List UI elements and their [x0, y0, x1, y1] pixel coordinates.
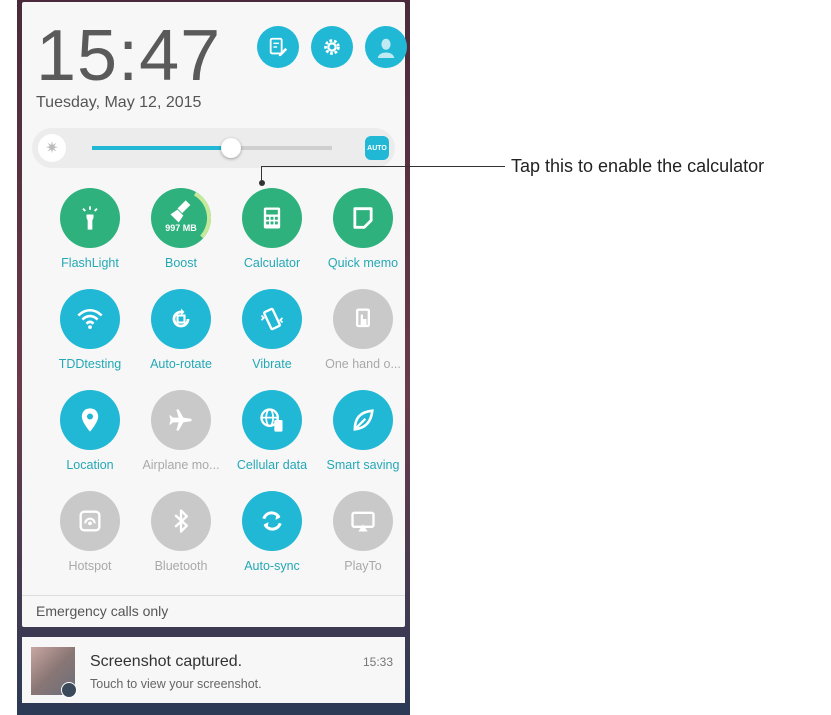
tile-smart-saving[interactable]: Smart saving: [317, 390, 409, 472]
tile-boost[interactable]: 997 MB Boost: [135, 188, 227, 270]
tile-auto-rotate[interactable]: Auto-rotate: [135, 289, 227, 371]
bluetooth-icon: [174, 509, 188, 533]
gallery-badge-icon: [61, 682, 77, 698]
leaf-icon: [353, 409, 374, 431]
rotate-icon: [172, 308, 190, 328]
tile-button[interactable]: [60, 289, 120, 349]
location-icon: [81, 408, 99, 432]
tile-label: Hotspot: [68, 559, 112, 573]
avatar-icon: [377, 38, 395, 58]
notification-card[interactable]: Screenshot captured. Touch to view your …: [22, 637, 405, 703]
tile-label: Boost: [165, 256, 197, 270]
emergency-status: Emergency calls only: [36, 603, 169, 619]
tile-button[interactable]: [60, 188, 120, 248]
edit-button[interactable]: [257, 26, 299, 68]
tile-playto[interactable]: PlayTo: [317, 491, 409, 573]
tile-airplane-mo[interactable]: Airplane mo...: [135, 390, 227, 472]
tile-button[interactable]: 997 MB: [151, 188, 211, 248]
brightness-icon: ✷: [38, 134, 66, 162]
phone-screen: 15:47 Tuesday, May 12, 2015 ✷ AUTO Flash…: [17, 0, 410, 715]
callout-text: Tap this to enable the calculator: [511, 156, 765, 176]
tile-flashlight[interactable]: FlashLight: [44, 188, 136, 270]
tile-bluetooth[interactable]: Bluetooth: [135, 491, 227, 573]
auto-brightness-button[interactable]: AUTO: [365, 136, 389, 160]
tile-label: One hand o...: [325, 357, 401, 371]
quick-settings-panel: 15:47 Tuesday, May 12, 2015 ✷ AUTO Flash…: [22, 2, 407, 627]
clock: 15:47: [36, 16, 222, 96]
tile-label: PlayTo: [344, 559, 382, 573]
tile-cellular-data[interactable]: Cellular data: [226, 390, 318, 472]
tile-label: FlashLight: [61, 256, 119, 270]
cellular-data-icon: [260, 408, 283, 432]
vibrate-icon: [260, 307, 284, 331]
tile-label: Location: [66, 458, 114, 472]
date: Tuesday, May 12, 2015: [36, 94, 202, 111]
boost-ring: [151, 188, 211, 248]
settings-button[interactable]: [311, 26, 353, 68]
gear-icon: [324, 39, 340, 55]
hotspot-icon: [79, 510, 101, 532]
tile-button[interactable]: [242, 491, 302, 551]
one-hand-icon: [356, 308, 370, 328]
edit-icon: [269, 37, 288, 57]
divider: [22, 595, 405, 596]
callout-vertical-line: [261, 166, 262, 183]
boost-memory-value: 997 MB: [165, 223, 197, 233]
tile-label: TDDtesting: [58, 357, 122, 371]
tile-button[interactable]: [60, 390, 120, 450]
wifi-icon: [77, 308, 103, 330]
notification-title: Screenshot captured.: [90, 653, 243, 670]
tile-button[interactable]: [151, 491, 211, 551]
tile-quick-memo[interactable]: Quick memo: [317, 188, 409, 270]
tile-button[interactable]: [333, 491, 393, 551]
tile-button[interactable]: [151, 289, 211, 349]
tile-button[interactable]: [242, 188, 302, 248]
tile-button[interactable]: [60, 491, 120, 551]
tile-button[interactable]: [242, 289, 302, 349]
brightness-thumb[interactable]: [221, 138, 242, 158]
notification-subtitle: Touch to view your screenshot.: [90, 677, 262, 691]
flashlight-icon: [82, 206, 98, 230]
tile-label: Calculator: [243, 256, 301, 270]
sync-icon: [262, 511, 282, 531]
callout-dot: [259, 180, 265, 186]
tile-location[interactable]: Location: [44, 390, 136, 472]
brightness-slider[interactable]: [92, 138, 332, 158]
tile-label: Quick memo: [327, 256, 399, 270]
tile-label: Auto-sync: [244, 559, 300, 573]
tile-tddtesting[interactable]: TDDtesting: [44, 289, 136, 371]
tile-button[interactable]: [333, 188, 393, 248]
tile-button[interactable]: [151, 390, 211, 450]
tile-calculator[interactable]: Calculator: [226, 188, 318, 270]
tile-one-hand-o[interactable]: One hand o...: [317, 289, 409, 371]
tile-label: Vibrate: [252, 357, 292, 371]
tile-button[interactable]: [333, 289, 393, 349]
tile-hotspot[interactable]: Hotspot: [44, 491, 136, 573]
brightness-fill: [92, 146, 232, 150]
calculator-icon: [263, 207, 281, 229]
profile-button[interactable]: [365, 26, 407, 68]
tile-button[interactable]: [242, 390, 302, 450]
brightness-bar: ✷ AUTO: [32, 128, 395, 168]
tile-label: Cellular data: [236, 458, 308, 472]
playto-icon: [351, 511, 375, 532]
tile-button[interactable]: [333, 390, 393, 450]
tile-vibrate[interactable]: Vibrate: [226, 289, 318, 371]
tile-label: Bluetooth: [154, 559, 208, 573]
tile-label: Airplane mo...: [142, 458, 220, 472]
tile-label: Auto-rotate: [150, 357, 212, 371]
tile-auto-sync[interactable]: Auto-sync: [226, 491, 318, 573]
tile-label: Smart saving: [326, 458, 400, 472]
notification-time: 15:33: [362, 655, 393, 669]
memo-icon: [353, 207, 373, 229]
airplane-icon: [169, 409, 192, 431]
callout-line: [261, 166, 505, 167]
